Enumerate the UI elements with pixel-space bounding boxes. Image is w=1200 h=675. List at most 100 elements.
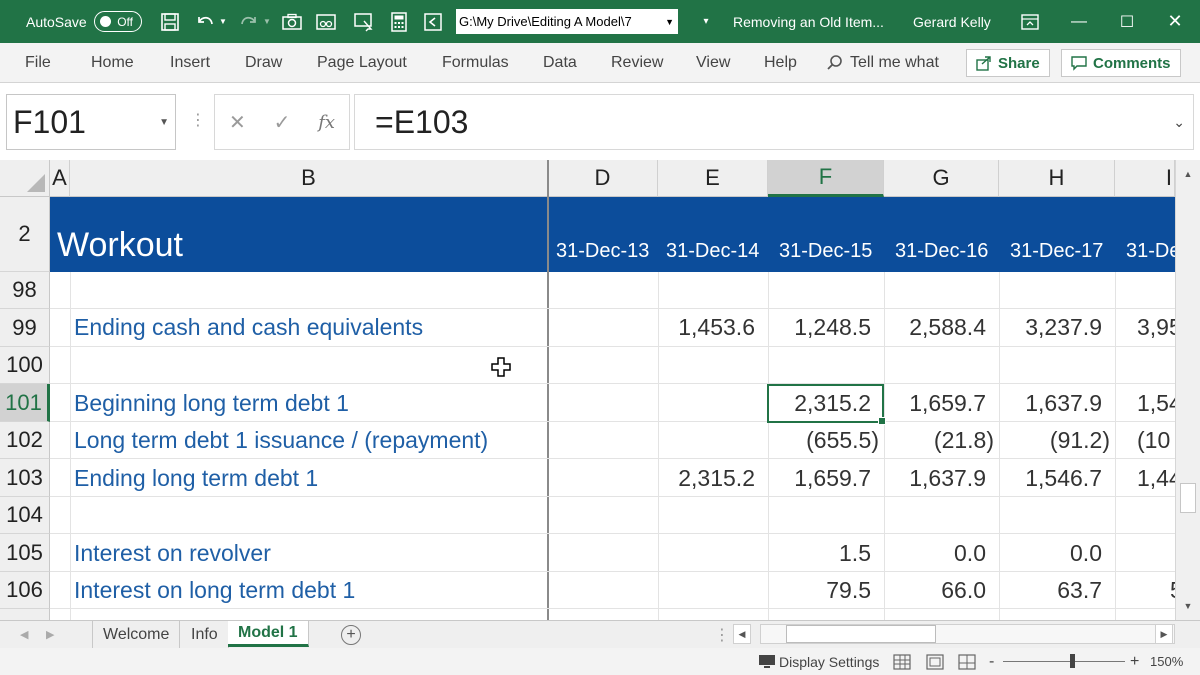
row-label-ending-cash[interactable]: Ending cash and cash equivalents (74, 314, 423, 341)
cell-value[interactable]: 1,637.9 (1025, 390, 1102, 417)
calculator-icon[interactable] (387, 0, 411, 43)
row-label-debt-issuance[interactable]: Long term debt 1 issuance / (repayment) (74, 427, 488, 454)
sheet-tab-model-1[interactable]: Model 1 (228, 621, 309, 647)
zoom-slider[interactable] (1003, 661, 1125, 662)
row-header-100[interactable]: 100 (0, 347, 50, 384)
normal-view-icon[interactable] (893, 648, 911, 675)
cell-value[interactable]: 0.0 (954, 540, 986, 567)
cell-value[interactable]: 1,659.7 (909, 390, 986, 417)
cell-value[interactable]: 66.0 (941, 577, 986, 604)
minimize-icon[interactable]: — (1056, 0, 1102, 43)
resize-dots-icon[interactable]: ⋮ (190, 110, 206, 130)
cell-value[interactable]: 1,637.9 (909, 465, 986, 492)
row-header-103[interactable]: 103 (0, 459, 50, 497)
redo-icon[interactable] (237, 0, 261, 43)
zoom-in-button[interactable]: + (1130, 648, 1139, 675)
column-header-h[interactable]: H (999, 160, 1115, 197)
worksheet-grid[interactable]: A B D E F G H I 2 Workout 31-Dec-13 31-D… (0, 160, 1175, 620)
row-header-107[interactable] (0, 609, 50, 620)
column-header-a[interactable]: A (50, 160, 70, 197)
cell-value[interactable]: 1,44 (1137, 465, 1175, 492)
tab-formulas[interactable]: Formulas (442, 43, 509, 82)
sheet-tab-welcome[interactable]: Welcome (92, 621, 181, 648)
comments-button[interactable]: Comments (1061, 49, 1181, 77)
cell-value[interactable]: 2,315.2 (678, 465, 755, 492)
active-cell[interactable] (767, 384, 886, 425)
tab-review[interactable]: Review (611, 43, 663, 82)
horizontal-scroll-thumb[interactable] (786, 625, 936, 643)
row-label-ending-debt[interactable]: Ending long term debt 1 (74, 465, 318, 492)
expand-formula-icon[interactable]: ⌄ (1173, 114, 1185, 131)
scroll-thumb[interactable] (1180, 483, 1196, 513)
row-label-interest-revolver[interactable]: Interest on revolver (74, 540, 271, 567)
redo-dropdown-icon[interactable]: ▼ (260, 0, 274, 43)
row-label-beginning-debt[interactable]: Beginning long term debt 1 (74, 390, 349, 417)
tab-view[interactable]: View (696, 43, 730, 82)
undo-icon[interactable] (193, 0, 217, 43)
tab-file[interactable]: File (25, 43, 51, 82)
scroll-up-icon[interactable]: ▲ (1176, 163, 1200, 185)
tab-insert[interactable]: Insert (170, 43, 210, 82)
ribbon-display-icon[interactable] (1018, 0, 1042, 43)
column-header-d[interactable]: D (548, 160, 658, 197)
close-icon[interactable]: ✕ (1152, 0, 1198, 43)
cell-value[interactable]: 3,95 (1137, 314, 1175, 341)
formula-input[interactable]: =E103 ⌄ (354, 94, 1194, 150)
row-header-99[interactable]: 99 (0, 309, 50, 347)
cell-value[interactable]: (91.2) (1050, 427, 1110, 454)
cell-value[interactable]: 1,248.5 (794, 314, 871, 341)
tell-me-search[interactable]: Tell me what (826, 43, 939, 82)
display-settings-button[interactable]: Display Settings (758, 648, 879, 675)
row-header-101[interactable]: 101 (0, 384, 50, 422)
cell-value[interactable]: (655.5) (806, 427, 879, 454)
file-path-box[interactable]: G:\My Drive\Editing A Model\7 ▼ (456, 9, 678, 34)
presenter-icon[interactable] (352, 0, 376, 43)
column-header-f[interactable]: F (768, 160, 884, 197)
undo-dropdown-icon[interactable]: ▼ (216, 0, 230, 43)
enter-icon[interactable]: ✓ (274, 110, 291, 135)
user-name[interactable]: Gerard Kelly (913, 0, 991, 43)
select-all-corner[interactable] (0, 160, 50, 197)
column-header-e[interactable]: E (658, 160, 768, 197)
autosave-toggle[interactable]: Off (94, 11, 142, 32)
scroll-right-icon[interactable]: ▶ (1155, 624, 1173, 644)
row-label-interest-debt[interactable]: Interest on long term debt 1 (74, 577, 355, 604)
scroll-left-icon[interactable]: ◀ (733, 624, 751, 644)
tab-data[interactable]: Data (543, 43, 577, 82)
row-header-98[interactable]: 98 (0, 272, 50, 309)
maximize-icon[interactable]: ☐ (1104, 0, 1150, 43)
zoom-slider-thumb[interactable] (1070, 654, 1075, 668)
scroll-down-icon[interactable]: ▼ (1176, 595, 1200, 617)
cell-value[interactable]: 3,237.9 (1025, 314, 1102, 341)
customize-qat-icon[interactable]: ▾ (694, 0, 718, 43)
tab-draw[interactable]: Draw (245, 43, 282, 82)
sheet-next-icon[interactable]: ▶ (46, 621, 54, 648)
glasses-icon[interactable] (314, 0, 338, 43)
cell-value[interactable]: 1,453.6 (678, 314, 755, 341)
row-header-106[interactable]: 106 (0, 572, 50, 609)
chevron-down-icon[interactable]: ▼ (159, 117, 169, 128)
cell-value[interactable]: 1,659.7 (794, 465, 871, 492)
page-layout-view-icon[interactable] (926, 648, 944, 675)
row-header-102[interactable]: 102 (0, 422, 50, 459)
page-break-view-icon[interactable] (958, 648, 976, 675)
zoom-level[interactable]: 150% (1150, 648, 1183, 675)
name-box[interactable]: F101 ▼ (6, 94, 176, 150)
cell-value[interactable]: 1.5 (839, 540, 871, 567)
tab-help[interactable]: Help (764, 43, 797, 82)
row-header-2[interactable]: 2 (0, 197, 50, 272)
column-header-g[interactable]: G (884, 160, 999, 197)
sheet-prev-icon[interactable]: ◀ (20, 621, 28, 648)
save-icon[interactable] (158, 0, 182, 43)
column-header-i[interactable]: I (1115, 160, 1175, 197)
cell-value[interactable]: 1,54 (1137, 390, 1175, 417)
tab-split-handle-icon[interactable]: ⋮ (714, 621, 730, 648)
sheet-tab-info[interactable]: Info (181, 621, 229, 648)
cell-value[interactable]: (10 (1137, 427, 1170, 454)
row-header-104[interactable]: 104 (0, 497, 50, 534)
cell-value[interactable]: (21.8) (934, 427, 994, 454)
cancel-icon[interactable]: ✕ (229, 110, 246, 135)
tab-home[interactable]: Home (91, 43, 134, 82)
column-header-b[interactable]: B (70, 160, 548, 197)
row-header-105[interactable]: 105 (0, 534, 50, 572)
